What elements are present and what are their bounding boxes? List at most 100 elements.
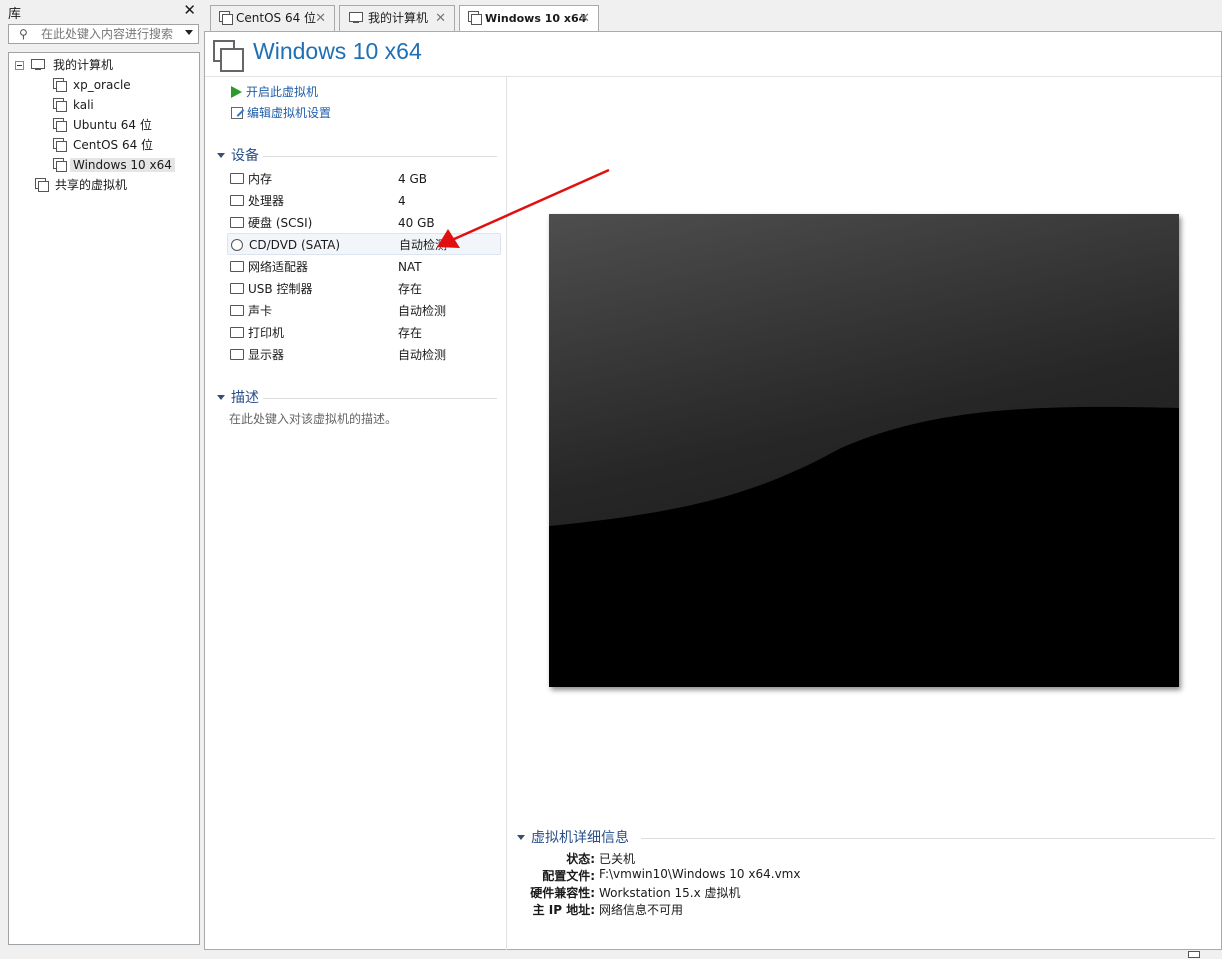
tab-windows10[interactable]: Windows 10 x64 ✕ xyxy=(459,5,599,33)
edit-settings-button[interactable]: 编辑虚拟机设置 xyxy=(231,104,331,122)
printer-icon xyxy=(230,327,244,338)
vm-summary-page: Windows 10 x64 开启此虚拟机 编辑虚拟机设置 设备 内存 4 GB… xyxy=(204,31,1222,950)
tree-item-label: Ubuntu 64 位 xyxy=(73,118,152,132)
cd-dvd-icon xyxy=(231,239,243,251)
monitor-icon xyxy=(230,349,244,360)
speaker-icon xyxy=(230,305,244,316)
device-row-memory[interactable]: 内存 4 GB xyxy=(227,168,501,190)
hardware-compat-value: Workstation 15.x 虚拟机 xyxy=(599,886,741,900)
device-value: 自动检测 xyxy=(398,348,447,362)
device-name: 显示器 xyxy=(248,348,285,362)
close-icon[interactable]: ✕ xyxy=(579,6,590,31)
tree-item-vm[interactable]: xp_oracle xyxy=(53,75,134,95)
tree-item-vm[interactable]: kali xyxy=(53,95,97,115)
divider xyxy=(641,838,1215,839)
vm-icon xyxy=(53,78,67,92)
edit-settings-icon xyxy=(231,107,243,119)
status-label: 状态: xyxy=(566,852,595,866)
collapse-icon[interactable] xyxy=(15,61,24,70)
status-value: 已关机 xyxy=(599,852,636,866)
tab-my-computer[interactable]: 我的计算机 ✕ xyxy=(339,5,455,32)
collapse-caret-icon xyxy=(217,395,225,400)
hard-disk-icon xyxy=(230,217,244,228)
library-search: ⚲ xyxy=(8,24,199,44)
vm-icon xyxy=(53,98,67,112)
tree-item-label: xp_oracle xyxy=(73,78,131,92)
device-value: 自动检测 xyxy=(399,238,448,252)
device-name: 内存 xyxy=(248,172,273,186)
vm-icon xyxy=(213,40,244,72)
vm-preview-thumbnail[interactable] xyxy=(549,214,1179,687)
library-panel: 库 ✕ ⚲ 我的计算机 xp_oracle kali Ubuntu 64 位 C… xyxy=(0,0,204,952)
chevron-down-icon[interactable] xyxy=(185,30,193,35)
device-row-printer[interactable]: 打印机 存在 xyxy=(227,322,501,344)
config-file-value: F:\vmwin10\Windows 10 x64.vmx xyxy=(599,867,801,881)
tab-label: Windows 10 x64 xyxy=(485,12,587,25)
tree-item-label: 共享的虚拟机 xyxy=(55,178,128,192)
vm-icon xyxy=(219,11,233,25)
tab-centos[interactable]: CentOS 64 位 ✕ xyxy=(210,5,335,32)
vm-icon xyxy=(53,138,67,152)
divider xyxy=(506,77,507,950)
tab-bar: CentOS 64 位 ✕ 我的计算机 ✕ Windows 10 x64 ✕ xyxy=(204,0,1222,33)
library-header: 库 ✕ xyxy=(2,1,200,22)
device-row-sound[interactable]: 声卡 自动检测 xyxy=(227,300,501,322)
preview-graphic xyxy=(549,214,1179,687)
device-name: USB 控制器 xyxy=(248,282,313,296)
device-value: 40 GB xyxy=(398,216,435,230)
device-value: NAT xyxy=(398,260,422,274)
search-icon: ⚲ xyxy=(19,27,28,41)
library-title: 库 xyxy=(8,7,22,22)
computer-icon xyxy=(348,11,364,25)
cpu-icon xyxy=(230,195,244,206)
primary-ip-label: 主 IP 地址: xyxy=(532,903,595,917)
device-value: 存在 xyxy=(398,326,423,340)
device-row-cd-dvd[interactable]: CD/DVD (SATA) 自动检测 xyxy=(227,233,501,255)
tree-item-vm[interactable]: Ubuntu 64 位 xyxy=(53,115,155,135)
page-title: Windows 10 x64 xyxy=(253,38,422,64)
device-name: 打印机 xyxy=(248,326,285,340)
memory-icon xyxy=(230,173,244,184)
tab-label: 我的计算机 xyxy=(368,11,429,25)
device-row-cpu[interactable]: 处理器 4 xyxy=(227,190,501,212)
primary-ip-value: 网络信息不可用 xyxy=(599,903,684,917)
device-value: 自动检测 xyxy=(398,304,447,318)
play-icon xyxy=(231,86,242,98)
power-on-button[interactable]: 开启此虚拟机 xyxy=(231,83,318,101)
device-name: 硬盘 (SCSI) xyxy=(248,216,313,230)
section-title: 设备 xyxy=(231,148,259,164)
search-input[interactable] xyxy=(39,26,179,42)
details-section-header[interactable]: 虚拟机详细信息 xyxy=(517,829,629,847)
close-icon[interactable]: ✕ xyxy=(315,6,326,31)
device-name: 声卡 xyxy=(248,304,273,318)
description-field[interactable]: 在此处键入对该虚拟机的描述。 xyxy=(229,410,397,427)
vm-icon xyxy=(468,11,482,25)
tree-item-my-computer[interactable]: 我的计算机 xyxy=(15,55,116,75)
close-icon[interactable]: ✕ xyxy=(435,6,446,31)
library-tree: 我的计算机 xp_oracle kali Ubuntu 64 位 CentOS … xyxy=(8,52,200,945)
section-title: 描述 xyxy=(231,390,259,406)
collapse-caret-icon xyxy=(517,835,525,840)
tree-item-shared-vms[interactable]: 共享的虚拟机 xyxy=(35,175,130,195)
power-on-label: 开启此虚拟机 xyxy=(246,85,319,99)
tree-item-vm[interactable]: CentOS 64 位 xyxy=(53,135,156,155)
close-icon[interactable]: ✕ xyxy=(183,1,196,19)
device-row-usb[interactable]: USB 控制器 存在 xyxy=(227,278,501,300)
vm-icon xyxy=(53,158,67,172)
devices-section-header[interactable]: 设备 xyxy=(217,147,259,165)
network-adapter-icon xyxy=(230,261,244,272)
device-row-hard-disk[interactable]: 硬盘 (SCSI) 40 GB xyxy=(227,212,501,234)
section-title: 虚拟机详细信息 xyxy=(531,830,629,846)
tree-item-label: 我的计算机 xyxy=(53,58,114,72)
divider xyxy=(263,398,497,399)
vm-icon xyxy=(53,118,67,132)
edit-settings-label: 编辑虚拟机设置 xyxy=(247,106,332,120)
message-icon[interactable] xyxy=(1188,951,1200,958)
device-name: 网络适配器 xyxy=(248,260,309,274)
divider xyxy=(205,76,1221,77)
device-row-display[interactable]: 显示器 自动检测 xyxy=(227,344,501,366)
device-row-network[interactable]: 网络适配器 NAT xyxy=(227,256,501,278)
collapse-caret-icon xyxy=(217,153,225,158)
description-section-header[interactable]: 描述 xyxy=(217,389,259,407)
tree-item-vm-selected[interactable]: Windows 10 x64 xyxy=(53,155,175,175)
